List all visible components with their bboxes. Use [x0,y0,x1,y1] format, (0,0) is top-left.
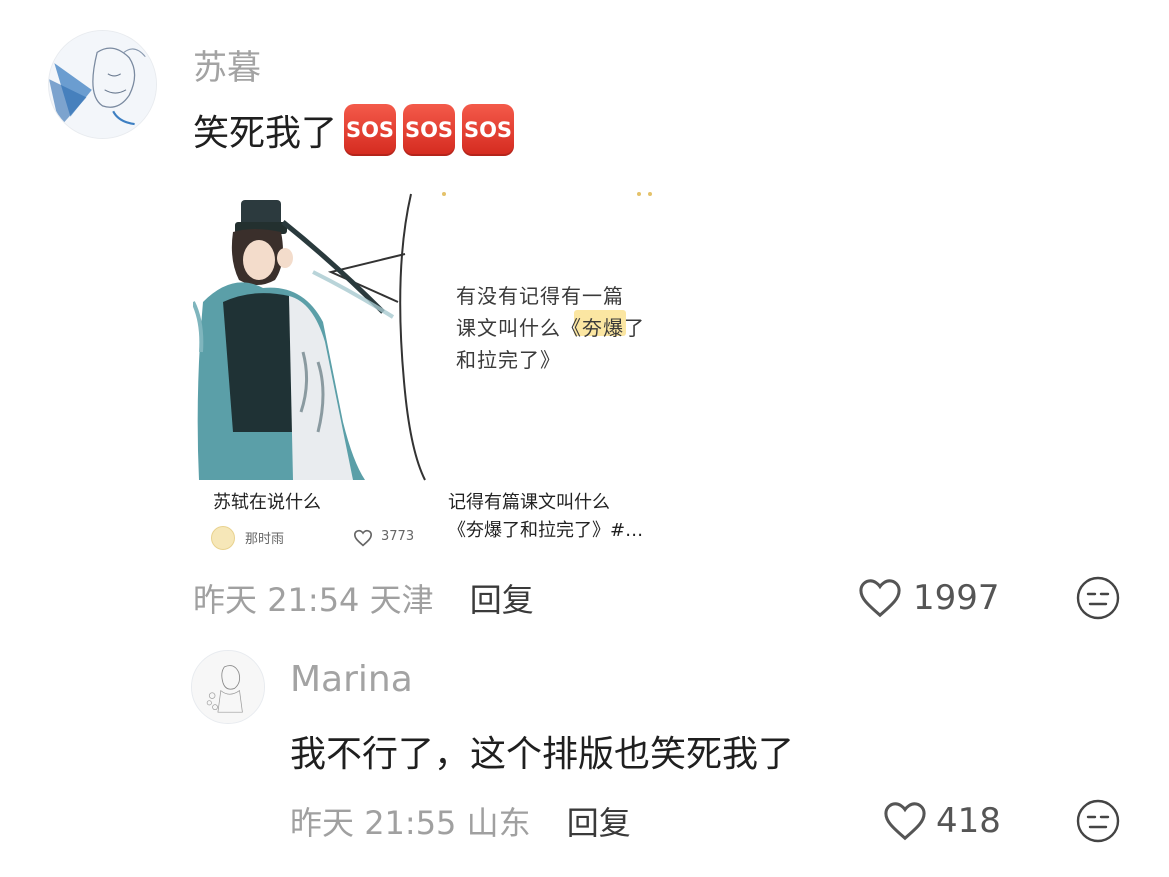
reply-meta: 昨天 21:55 山东 回复 [290,798,631,844]
post-card-2[interactable]: 有没有记得有一篇 课文叫什么《夯爆了 和拉完了》 记得有篇课文叫什么 《夯爆了和… [434,192,670,552]
card-author: 那时雨 [245,532,285,547]
neutral-face-icon [1076,576,1120,620]
card-likes: 3773 [381,529,415,544]
reply-reply-button[interactable]: 回复 [567,804,631,842]
handwritten-line: 课文叫什么《夯爆了 [456,316,645,340]
card-author-avatar [211,526,235,550]
handwritten-text: 有没有记得有一篇 课文叫什么《夯爆了 和拉完了》 [456,280,645,376]
comment-text-row: 笑死我了 SOS SOS SOS [193,103,515,157]
sos-emoji: SOS [462,104,515,156]
neutral-face-icon [1076,799,1120,843]
reply-text: 我不行了，这个排版也笑死我了 [290,734,795,775]
heart-outline-icon [859,579,901,618]
reply-like-count: 418 [936,801,1001,841]
reply-date: 昨天 [290,804,355,842]
reply-reaction-button[interactable] [1075,798,1121,844]
comment-like-button[interactable]: 1997 [857,575,1000,621]
card-title-line-1: 记得有篇课文叫什么 [448,492,610,513]
reply-username[interactable]: Marina [290,659,413,700]
comment-time: 21:54 [267,581,360,619]
reply-button[interactable]: 回复 [470,581,534,619]
card-title-line-2: 《夯爆了和拉完了》#… [448,520,644,541]
card-top-dots [442,192,652,196]
sos-emoji: SOS [403,104,456,156]
post-card-1[interactable]: 苏轼在说什么 那时雨 3773 [193,192,429,552]
comment-location: 天津 [369,581,434,619]
reply-location: 山东 [466,804,531,842]
comment-reaction-button[interactable] [1075,575,1121,621]
card-heart-icon[interactable] [353,529,373,547]
reply-like-button[interactable]: 418 [882,798,1001,844]
handwritten-line: 有没有记得有一篇 [456,284,624,308]
comment-date: 昨天 [193,581,258,619]
handwritten-line: 和拉完了》 [456,348,561,372]
card-title: 苏轼在说什么 [213,492,321,513]
heart-outline-icon [884,802,926,841]
reply-avatar[interactable] [191,650,265,724]
sos-emoji: SOS [344,104,397,156]
sketch-portrait-avatar-image [192,651,264,723]
comment-like-count: 1997 [913,578,1000,618]
comment-text: 笑死我了 [193,113,338,154]
commenter-avatar[interactable] [48,30,157,139]
ancient-scholar-illustration-image [193,192,429,482]
reply-time: 21:55 [364,804,457,842]
commenter-username[interactable]: 苏暮 [193,40,261,89]
anime-sketch-avatar-image [49,31,156,138]
comment-meta: 昨天 21:54 天津 回复 [193,575,534,621]
